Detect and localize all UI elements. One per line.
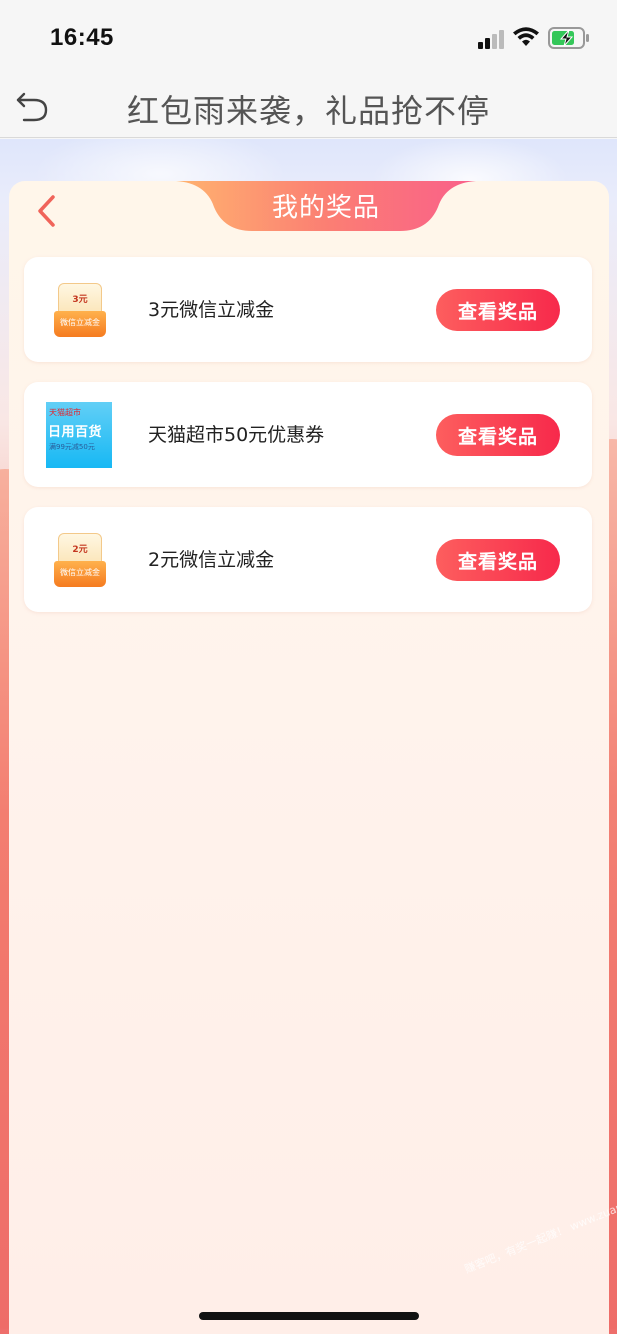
- prize-panel: 我的奖品 3元 微信立减金 3元微信立减金 查看奖品 天猫超市 日用百货 满99…: [9, 181, 609, 1334]
- chevron-left-icon[interactable]: [29, 193, 65, 229]
- prize-card: 3元 微信立减金 3元微信立减金 查看奖品: [24, 257, 592, 362]
- wechat-coupon-thumbnail: 2元 微信立减金: [46, 527, 112, 593]
- thumb-label: 微信立减金: [60, 318, 100, 327]
- wifi-icon: [513, 27, 539, 46]
- wechat-coupon-thumbnail: 3元 微信立减金: [46, 277, 112, 343]
- thumb-main: 日用百货: [48, 425, 103, 440]
- view-prize-button[interactable]: 查看奖品: [436, 289, 560, 331]
- view-prize-button[interactable]: 查看奖品: [436, 539, 560, 581]
- prize-name: 2元微信立减金: [148, 549, 275, 571]
- page-title: 红包雨来袭，礼品抢不停: [126, 92, 490, 130]
- battery-charging-icon: [548, 27, 589, 49]
- view-prize-button[interactable]: 查看奖品: [436, 414, 560, 456]
- prize-name: 3元微信立减金: [148, 299, 275, 321]
- prize-card: 2元 微信立减金 2元微信立减金 查看奖品: [24, 507, 592, 612]
- prize-name: 天猫超市50元优惠券: [148, 424, 325, 446]
- status-bar: 16:45: [0, 0, 617, 72]
- thumb-label: 微信立减金: [60, 568, 100, 577]
- tmall-coupon-thumbnail: 天猫超市 日用百货 满99元减50元: [46, 402, 112, 468]
- thumb-sub: 满99元减50元: [49, 443, 95, 451]
- status-time: 16:45: [50, 24, 114, 51]
- thumb-amount: 3元: [72, 295, 88, 305]
- thumb-brand: 天猫超市: [49, 408, 81, 417]
- nav-bar: 红包雨来袭，礼品抢不停: [0, 72, 617, 138]
- home-indicator[interactable]: [199, 1312, 419, 1320]
- signal-icon: [478, 30, 504, 49]
- panel-title: 我的奖品: [271, 193, 380, 223]
- prize-card: 天猫超市 日用百货 满99元减50元 天猫超市50元优惠券 查看奖品: [24, 382, 592, 487]
- prize-list: 3元 微信立减金 3元微信立减金 查看奖品 天猫超市 日用百货 满99元减50元…: [24, 257, 592, 632]
- thumb-amount: 2元: [72, 545, 88, 555]
